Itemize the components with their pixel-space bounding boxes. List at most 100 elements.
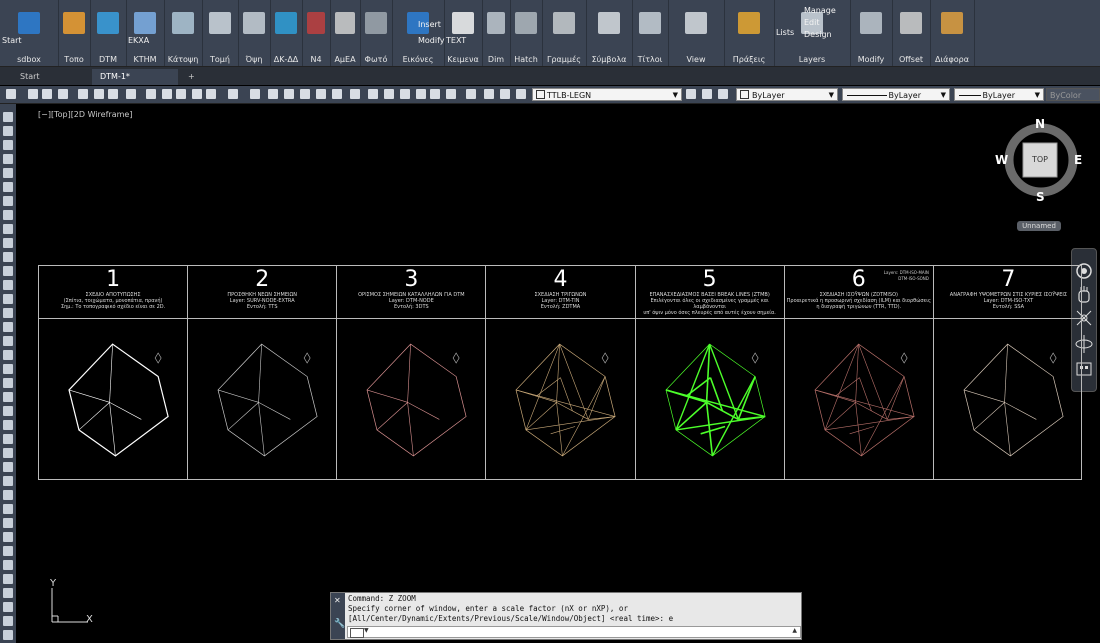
toolbar-tool-icon[interactable]	[300, 89, 310, 99]
toolbar-tool-icon[interactable]	[416, 89, 426, 99]
draw-tool-icon[interactable]	[3, 336, 13, 346]
toolbar-tool-icon[interactable]	[446, 89, 456, 99]
ribbon-group-label[interactable]: Modify	[850, 55, 892, 64]
ribbon-group-label[interactable]: Όψη	[238, 55, 270, 64]
draw-tool-icon[interactable]	[3, 448, 13, 458]
toolbar-tool-icon[interactable]	[108, 89, 118, 99]
ribbon-tool-icon[interactable]	[365, 12, 387, 34]
ribbon-tool-icon[interactable]	[685, 12, 707, 34]
ribbon-tool-icon[interactable]	[172, 12, 194, 34]
draw-tool-icon[interactable]	[3, 252, 13, 262]
toolbar-tool-icon[interactable]	[500, 89, 510, 99]
compass-south[interactable]: S	[1036, 190, 1045, 204]
layer-tool-icon[interactable]	[718, 89, 728, 99]
draw-tool-icon[interactable]	[3, 168, 13, 178]
ribbon-group-label[interactable]: ΑμΕΑ	[330, 55, 360, 64]
ribbon-tool-icon[interactable]	[275, 12, 297, 34]
draw-tool-icon[interactable]	[3, 350, 13, 360]
ribbon-menu-item[interactable]: Edit	[804, 18, 820, 27]
color-dropdown[interactable]: ByLayer ▼	[736, 88, 838, 101]
draw-tool-icon[interactable]	[3, 294, 13, 304]
compass-west[interactable]: W	[995, 153, 1008, 167]
toolbar-tool-icon[interactable]	[250, 89, 260, 99]
command-input[interactable]: ▼ ▲	[347, 626, 801, 638]
wrench-icon[interactable]: 🔧	[334, 619, 345, 629]
ribbon-group-label[interactable]: Hatch	[510, 55, 542, 64]
toolbar-tool-icon[interactable]	[162, 89, 172, 99]
draw-tool-icon[interactable]	[3, 266, 13, 276]
ribbon-group-label[interactable]: sdbox	[0, 55, 58, 64]
ribbon-group-label[interactable]: Dim	[482, 55, 510, 64]
ribbon-tool-icon[interactable]	[598, 12, 620, 34]
ribbon-tool-icon[interactable]	[487, 12, 505, 34]
ribbon-tool-icon[interactable]	[900, 12, 922, 34]
toolbar-tool-icon[interactable]	[176, 89, 186, 99]
viewport-controls[interactable]: [−][Top][2D Wireframe]	[38, 110, 132, 119]
command-prompt-icon[interactable]	[350, 628, 364, 638]
toolbar-tool-icon[interactable]	[6, 89, 16, 99]
ribbon-menu-item[interactable]: Manage	[804, 6, 836, 15]
draw-tool-icon[interactable]	[3, 280, 13, 290]
tab-drawing[interactable]: DTM-1*	[92, 69, 178, 85]
toolbar-tool-icon[interactable]	[484, 89, 494, 99]
chevron-up-icon[interactable]: ▲	[792, 627, 797, 634]
draw-tool-icon[interactable]	[3, 364, 13, 374]
toolbar-tool-icon[interactable]	[516, 89, 526, 99]
ribbon-tool-icon[interactable]	[860, 12, 882, 34]
draw-tool-icon[interactable]	[3, 476, 13, 486]
draw-tool-icon[interactable]	[3, 518, 13, 528]
site-plan-drawing[interactable]	[188, 320, 335, 478]
ribbon-group-label[interactable]: Φωτό	[360, 55, 392, 64]
ribbon-group-label[interactable]: View	[668, 55, 724, 64]
ribbon-tool-icon[interactable]	[335, 12, 355, 34]
draw-tool-icon[interactable]	[3, 602, 13, 612]
toolbar-tool-icon[interactable]	[466, 89, 476, 99]
ribbon-group-label[interactable]: DTM	[90, 55, 126, 64]
close-icon[interactable]: ✕	[334, 596, 341, 605]
ribbon-menu-item[interactable]: Design	[804, 30, 832, 39]
ribbon-group-label[interactable]: N4	[302, 55, 330, 64]
ribbon-tool-icon[interactable]	[307, 12, 325, 34]
ribbon-group-label[interactable]: Κειμενα	[444, 55, 482, 64]
compass-east[interactable]: E	[1074, 153, 1082, 167]
ribbon-tool-icon[interactable]	[553, 12, 575, 34]
ribbon-tool-icon[interactable]	[941, 12, 963, 34]
viewcube-top-face[interactable]: TOP	[1023, 155, 1057, 164]
ribbon-group-label[interactable]: Layers	[774, 55, 850, 64]
toolbar-tool-icon[interactable]	[368, 89, 378, 99]
draw-tool-icon[interactable]	[3, 574, 13, 584]
draw-tool-icon[interactable]	[3, 210, 13, 220]
ribbon-menu-item[interactable]: Modify	[418, 36, 445, 45]
toolbar-tool-icon[interactable]	[316, 89, 326, 99]
plotstyle-dropdown[interactable]: ByColor	[1046, 88, 1100, 101]
ribbon-tool-icon[interactable]	[515, 12, 537, 34]
ribbon-tool-icon[interactable]	[639, 12, 661, 34]
draw-tool-icon[interactable]	[3, 434, 13, 444]
ribbon-group-label[interactable]: Τοπο	[58, 55, 90, 64]
draw-tool-icon[interactable]	[3, 322, 13, 332]
draw-tool-icon[interactable]	[3, 154, 13, 164]
draw-tool-icon[interactable]	[3, 490, 13, 500]
draw-tool-icon[interactable]	[3, 504, 13, 514]
toolbar-tool-icon[interactable]	[228, 89, 238, 99]
layer-tool-icon[interactable]	[702, 89, 712, 99]
tab-start[interactable]: Start	[12, 69, 48, 85]
ribbon-tool-icon[interactable]	[134, 12, 156, 34]
draw-tool-icon[interactable]	[3, 616, 13, 626]
chevron-down-icon[interactable]: ▼	[364, 627, 369, 634]
draw-tool-icon[interactable]	[3, 126, 13, 136]
site-plan-drawing[interactable]	[636, 320, 783, 478]
ribbon-group-label[interactable]: Διάφορα	[930, 55, 974, 64]
ucs-menu-button[interactable]: Unnamed	[1017, 221, 1061, 231]
toolbar-tool-icon[interactable]	[384, 89, 394, 99]
ribbon-tool-icon[interactable]	[18, 12, 40, 34]
viewcube[interactable]: N S E W TOP	[995, 117, 1082, 204]
ribbon-group-label[interactable]: ΚΤΗΜ	[126, 55, 164, 64]
draw-tool-icon[interactable]	[3, 392, 13, 402]
draw-tool-icon[interactable]	[3, 378, 13, 388]
compass-north[interactable]: N	[1035, 117, 1045, 131]
ribbon-tool-icon[interactable]	[452, 12, 474, 34]
toolbar-tool-icon[interactable]	[28, 89, 38, 99]
draw-tool-icon[interactable]	[3, 308, 13, 318]
toolbar-tool-icon[interactable]	[430, 89, 440, 99]
